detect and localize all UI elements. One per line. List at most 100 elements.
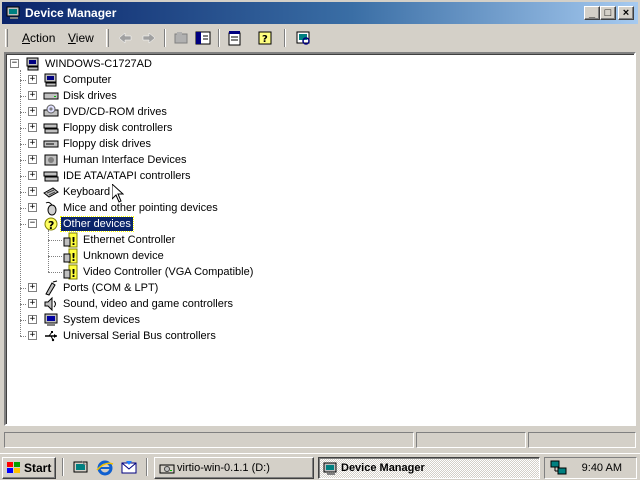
tree-node-label: WINDOWS-C1727AD bbox=[45, 58, 152, 70]
menu-toolbar: Action View ? bbox=[2, 26, 638, 50]
svg-text:?: ? bbox=[262, 34, 268, 45]
expand-icon[interactable]: + bbox=[28, 75, 37, 84]
menu-view-mnemonic: V bbox=[68, 31, 76, 45]
help-button[interactable]: ? bbox=[254, 28, 276, 48]
svg-text:!: ! bbox=[71, 235, 76, 248]
expand-icon[interactable]: + bbox=[28, 315, 37, 324]
network-icon[interactable] bbox=[550, 460, 568, 476]
tree-category-system-devices[interactable]: + System devices bbox=[6, 312, 626, 328]
expand-icon[interactable]: + bbox=[28, 155, 37, 164]
tree-device-ethernet-controller[interactable]: ! Ethernet Controller bbox=[6, 232, 626, 248]
menu-view-label: iew bbox=[75, 31, 94, 45]
clock[interactable]: 9:40 AM bbox=[582, 462, 622, 474]
task-device-manager[interactable]: Device Manager bbox=[318, 457, 540, 479]
maximize-icon: □ bbox=[604, 7, 612, 19]
menu-action-label: ction bbox=[30, 31, 56, 45]
status-panel-3 bbox=[528, 432, 636, 448]
expand-icon[interactable]: + bbox=[28, 139, 37, 148]
expand-icon[interactable]: + bbox=[28, 299, 37, 308]
minimize-icon: _ bbox=[588, 7, 596, 19]
tree-category-sound-video-and-game-controllers[interactable]: + Sound, video and game controllers bbox=[6, 296, 626, 312]
outlook-express-icon[interactable] bbox=[120, 459, 138, 477]
collapse-icon[interactable]: − bbox=[28, 219, 37, 228]
expand-icon[interactable]: + bbox=[28, 91, 37, 100]
tree-node-label: Universal Serial Bus controllers bbox=[63, 330, 216, 342]
maximize-button[interactable]: □ bbox=[600, 6, 616, 20]
tree-category-floppy-disk-controllers[interactable]: + Floppy disk controllers bbox=[6, 120, 626, 136]
start-button[interactable]: Start bbox=[2, 457, 56, 479]
taskbar-separator-2 bbox=[146, 458, 148, 476]
expand-icon[interactable]: + bbox=[28, 283, 37, 292]
toolbar-separator-3 bbox=[284, 29, 286, 47]
tree-device-video-controller-vga-compatible[interactable]: ! Video Controller (VGA Compatible) bbox=[6, 264, 626, 280]
close-icon: × bbox=[622, 7, 630, 19]
disk-drive-icon bbox=[43, 92, 59, 100]
tree-category-universal-serial-bus-controllers[interactable]: + Universal Serial Bus controllers bbox=[6, 328, 626, 344]
port-icon bbox=[45, 280, 58, 296]
show-hide-tree-icon bbox=[195, 31, 211, 45]
title-bar[interactable]: Device Manager _ □ × bbox=[2, 2, 638, 24]
warning-device-icon: ! bbox=[63, 232, 78, 248]
computer-icon bbox=[26, 57, 39, 71]
properties-button[interactable] bbox=[224, 28, 246, 48]
tree-category-ide-ata-atapi-controllers[interactable]: + IDE ATA/ATAPI controllers bbox=[6, 168, 626, 184]
start-label: Start bbox=[24, 461, 52, 475]
sound-icon bbox=[44, 296, 56, 312]
expand-icon[interactable]: + bbox=[28, 187, 37, 196]
tree-category-floppy-disk-drives[interactable]: + Floppy disk drives bbox=[6, 136, 626, 152]
expand-icon[interactable]: + bbox=[28, 123, 37, 132]
expand-icon[interactable]: + bbox=[28, 203, 37, 212]
show-desktop-icon[interactable] bbox=[72, 459, 90, 477]
tree-node-label: Human Interface Devices bbox=[63, 154, 187, 166]
tree-category-disk-drives[interactable]: + Disk drives bbox=[6, 88, 626, 104]
tree-category-other-devices[interactable]: −? Other devices bbox=[6, 216, 626, 232]
tree-node-label: IDE ATA/ATAPI controllers bbox=[63, 170, 191, 182]
tree-device-unknown-device[interactable]: ! Unknown device bbox=[6, 248, 626, 264]
hid-icon bbox=[44, 154, 58, 166]
taskbar: Start virtio-win-0.1.1 (D:) Device Manag… bbox=[0, 453, 640, 480]
tree-node-label: Floppy disk controllers bbox=[63, 122, 173, 134]
internet-explorer-icon[interactable] bbox=[96, 459, 114, 477]
tree-root[interactable]: − WINDOWS-C1727AD bbox=[6, 56, 626, 72]
toolbar-grip[interactable] bbox=[5, 29, 8, 47]
tree-category-computer[interactable]: + Computer bbox=[6, 72, 626, 88]
forward-button[interactable] bbox=[138, 28, 160, 48]
tree-node-label: DVD/CD-ROM drives bbox=[63, 106, 167, 118]
toolbar-separator-2 bbox=[218, 29, 220, 47]
tree-category-mice-and-other-pointing-devices[interactable]: + Mice and other pointing devices bbox=[6, 200, 626, 216]
minimize-button[interactable]: _ bbox=[584, 6, 600, 20]
status-bar bbox=[2, 430, 638, 450]
svg-text:?: ? bbox=[48, 219, 54, 232]
controller-icon bbox=[43, 123, 59, 134]
back-button[interactable] bbox=[114, 28, 136, 48]
tree-category-dvd-cd-rom-drives[interactable]: + DVD/CD-ROM drives bbox=[6, 104, 626, 120]
tree-node-label: Unknown device bbox=[83, 250, 164, 262]
tree-node-label: Video Controller (VGA Compatible) bbox=[83, 266, 254, 278]
task-label: Device Manager bbox=[341, 462, 425, 474]
collapse-icon[interactable]: − bbox=[10, 59, 19, 68]
close-button[interactable]: × bbox=[618, 6, 634, 20]
device-tree-pane[interactable]: − WINDOWS-C1727AD + Computer + Disk drives + DV… bbox=[4, 52, 636, 426]
tree-category-keyboard[interactable]: + Keyboard bbox=[6, 184, 626, 200]
controller-icon bbox=[43, 171, 59, 182]
tree-category-ports-com-lpt[interactable]: + Ports (COM & LPT) bbox=[6, 280, 626, 296]
toolbar-grip-2[interactable] bbox=[106, 29, 109, 47]
expand-icon[interactable]: + bbox=[28, 107, 37, 116]
menu-action[interactable]: Action bbox=[22, 30, 55, 46]
system-icon bbox=[44, 313, 58, 326]
expand-icon[interactable]: + bbox=[28, 171, 37, 180]
device-manager-icon bbox=[323, 462, 337, 475]
task-virtio-win[interactable]: virtio-win-0.1.1 (D:) bbox=[154, 457, 314, 479]
device-manager-window: Device Manager _ □ × Action View ? − WIN… bbox=[0, 0, 640, 453]
taskbar-separator bbox=[62, 458, 64, 476]
menu-view[interactable]: View bbox=[68, 30, 94, 46]
svg-text:!: ! bbox=[71, 251, 76, 264]
tree-category-human-interface-devices[interactable]: + Human Interface Devices bbox=[6, 152, 626, 168]
expand-icon[interactable]: + bbox=[28, 331, 37, 340]
status-panel-main bbox=[4, 432, 414, 448]
show-hide-tree-button[interactable] bbox=[192, 28, 214, 48]
scan-hardware-button[interactable] bbox=[292, 28, 314, 48]
forward-arrow-icon bbox=[142, 32, 156, 44]
mouse-icon bbox=[45, 201, 57, 216]
up-button[interactable] bbox=[170, 28, 192, 48]
